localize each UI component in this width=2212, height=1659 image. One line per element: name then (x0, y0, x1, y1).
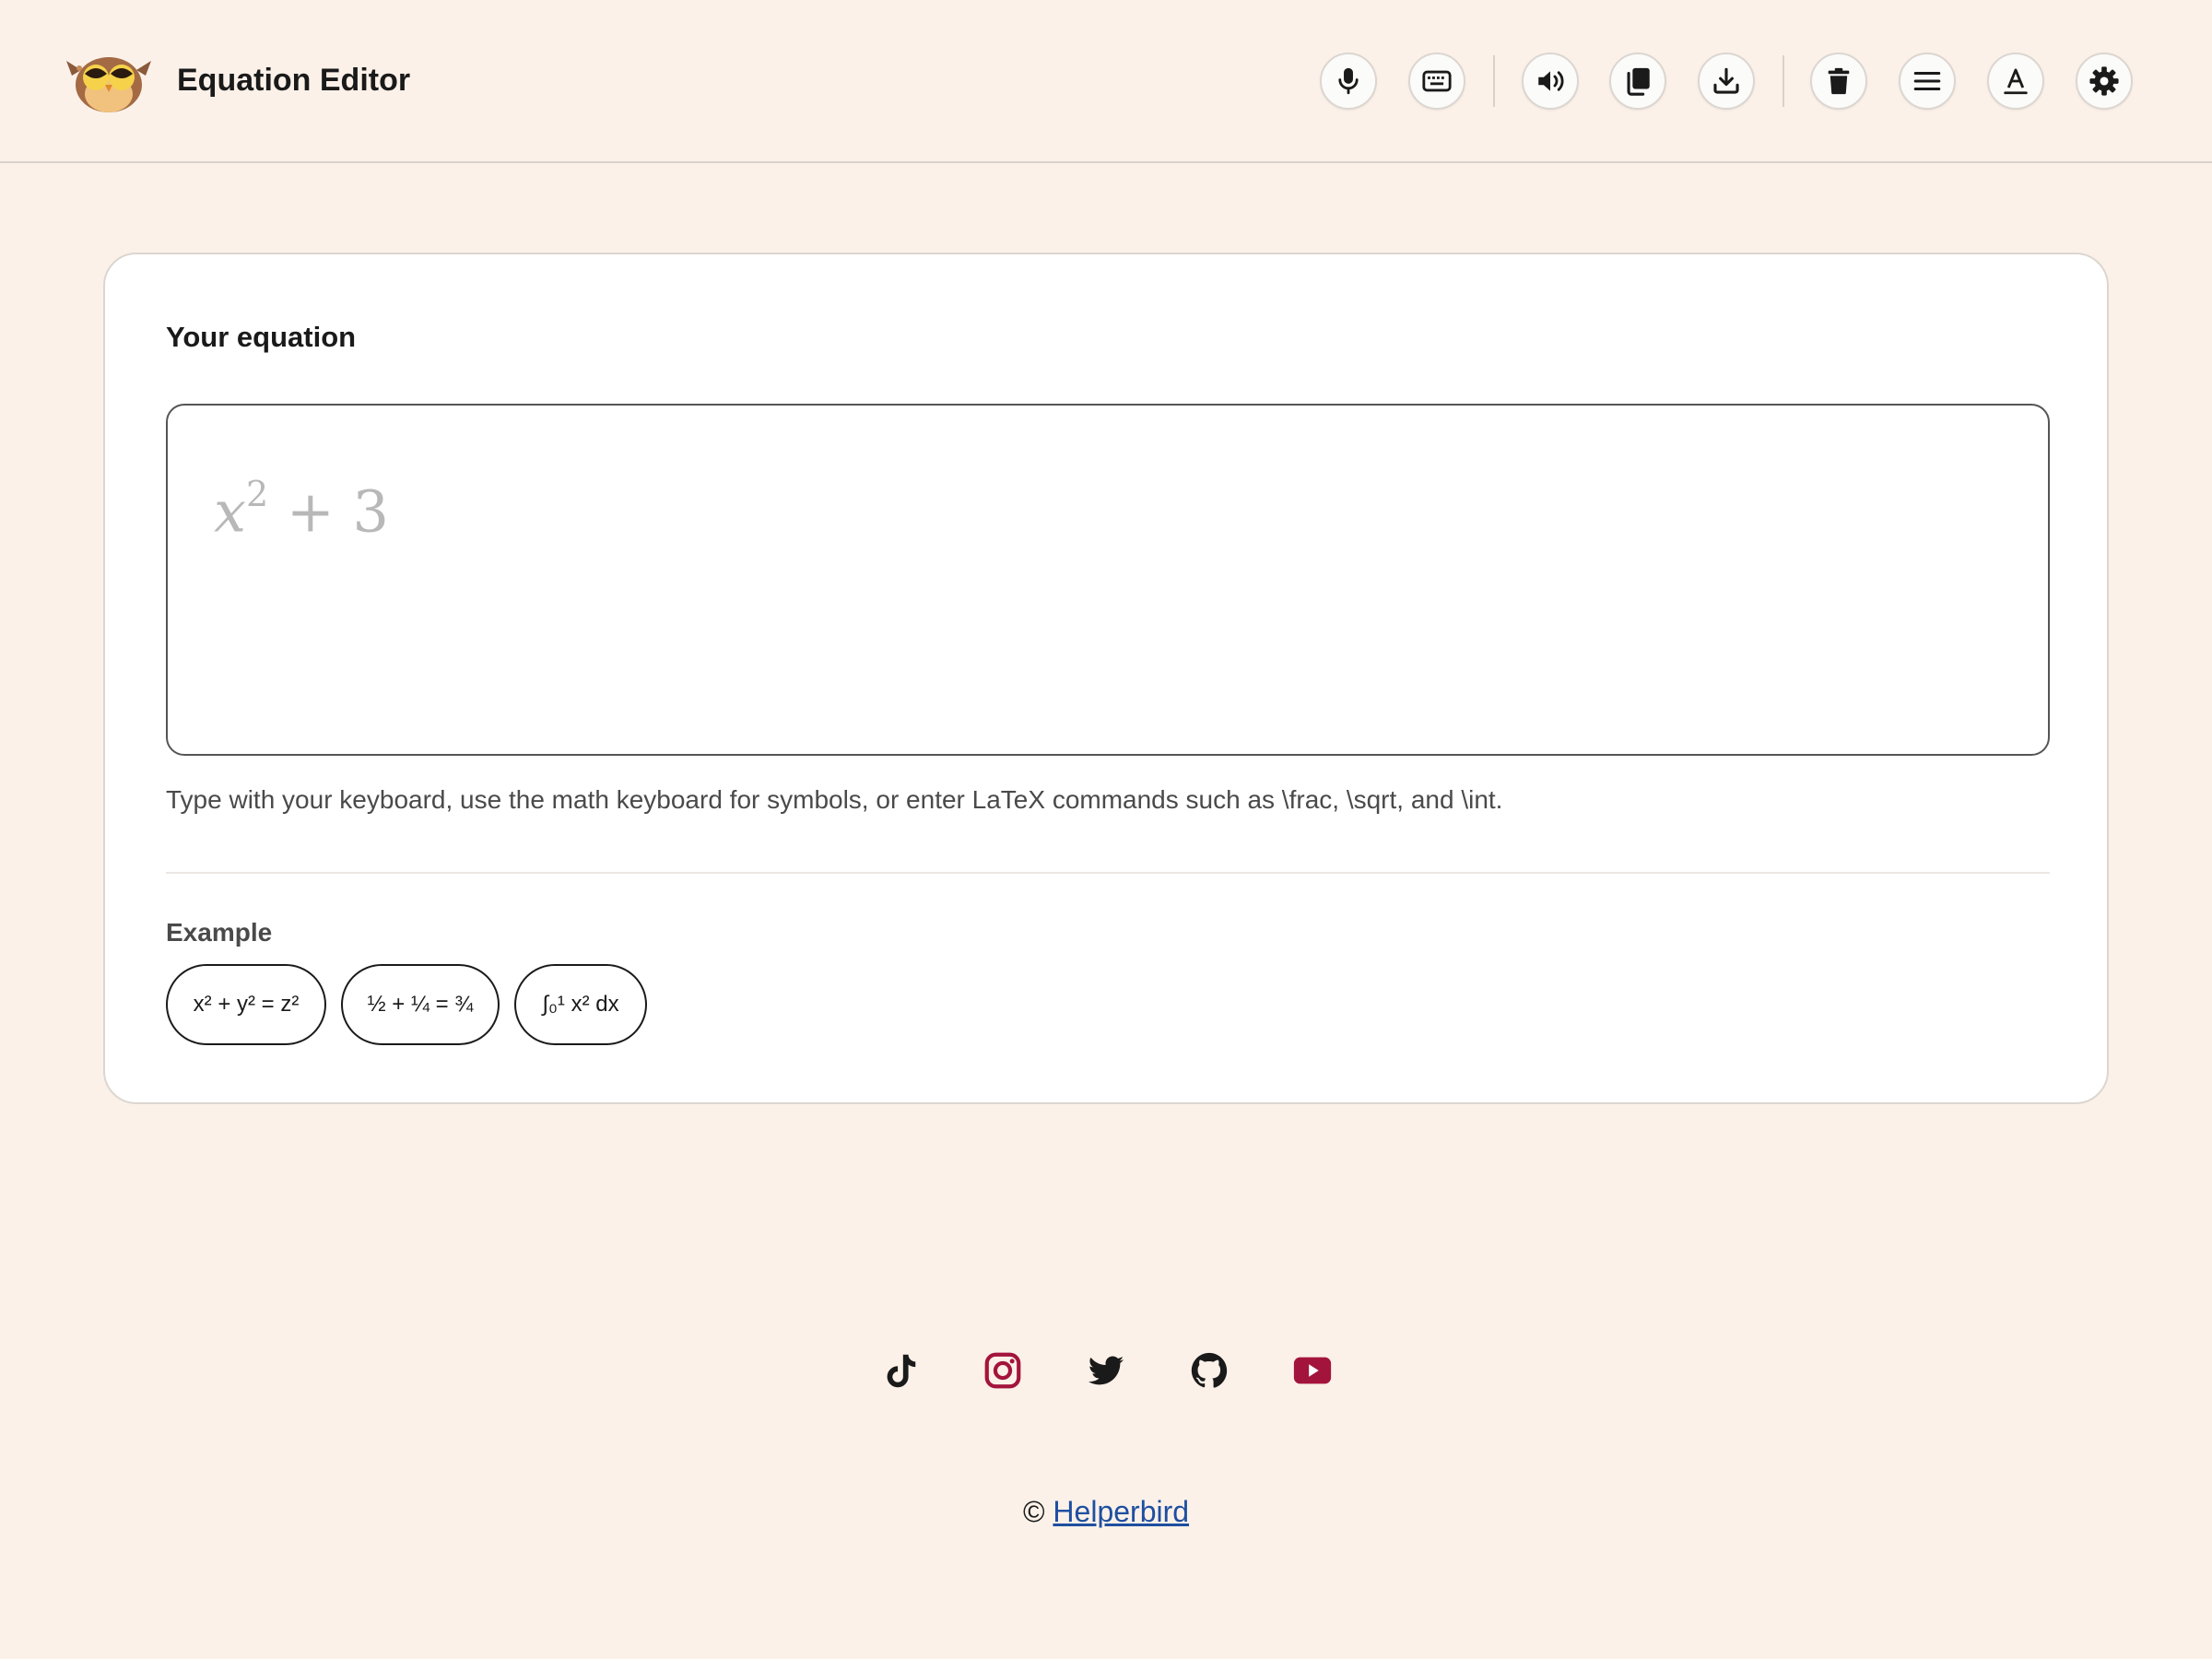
copy-icon (1627, 67, 1650, 96)
toolbar-divider (1493, 55, 1495, 107)
equation-card: Your equation x2 + 3 Type with your keyb… (103, 253, 2109, 1104)
menu-button[interactable] (1899, 53, 1956, 110)
placeholder-rest: + 3 (286, 477, 389, 546)
placeholder-exponent: 2 (245, 474, 269, 514)
toolbar-divider (1783, 55, 1784, 107)
tiktok-icon (887, 1354, 916, 1388)
twitter-link[interactable] (1083, 1347, 1129, 1394)
gear-icon (2089, 66, 2119, 96)
menu-icon (1913, 71, 1941, 91)
card-title: Your equation (166, 321, 357, 353)
copy-button[interactable] (1609, 53, 1666, 110)
font-button[interactable] (1987, 53, 2044, 110)
twitter-icon (1088, 1356, 1124, 1385)
settings-button[interactable] (2076, 53, 2133, 110)
copyright-symbol: © (1022, 1495, 1045, 1528)
font-icon (2004, 68, 2028, 95)
tiktok-link[interactable] (877, 1347, 923, 1394)
app-header: Equation Editor (0, 0, 2212, 163)
youtube-icon (1293, 1357, 1332, 1384)
speaker-icon (1538, 71, 1564, 91)
instagram-icon (984, 1352, 1021, 1389)
example-label: Example (166, 918, 273, 947)
app-title: Equation Editor (177, 63, 411, 98)
speaker-button[interactable] (1522, 53, 1579, 110)
keyboard-icon (1422, 70, 1452, 92)
github-icon (1191, 1352, 1228, 1388)
github-link[interactable] (1186, 1347, 1232, 1394)
example-chip-fractions[interactable]: ½ + ¼ = ¾ (341, 964, 500, 1045)
example-chip-pythagoras[interactable]: x² + y² = z² (166, 964, 326, 1045)
section-divider (166, 872, 2050, 874)
youtube-link[interactable] (1289, 1347, 1335, 1394)
microphone-button[interactable] (1320, 53, 1377, 110)
download-icon (1713, 67, 1739, 94)
example-chip-integral[interactable]: ∫₀¹ x² dx (514, 964, 647, 1045)
helperbird-link[interactable]: Helperbird (1053, 1495, 1189, 1528)
delete-button[interactable] (1810, 53, 1867, 110)
equation-placeholder: x2 + 3 (214, 463, 389, 549)
microphone-icon (1338, 67, 1359, 95)
keyboard-button[interactable] (1408, 53, 1465, 110)
instagram-link[interactable] (980, 1347, 1026, 1394)
download-button[interactable] (1698, 53, 1755, 110)
equation-input[interactable]: x2 + 3 (166, 404, 2050, 756)
input-hint: Type with your keyboard, use the math ke… (166, 785, 1503, 814)
placeholder-base: x (214, 477, 246, 546)
owl-logo-icon (66, 48, 151, 114)
copyright: © Helperbird (0, 1493, 2212, 1530)
trash-icon (1828, 67, 1850, 95)
